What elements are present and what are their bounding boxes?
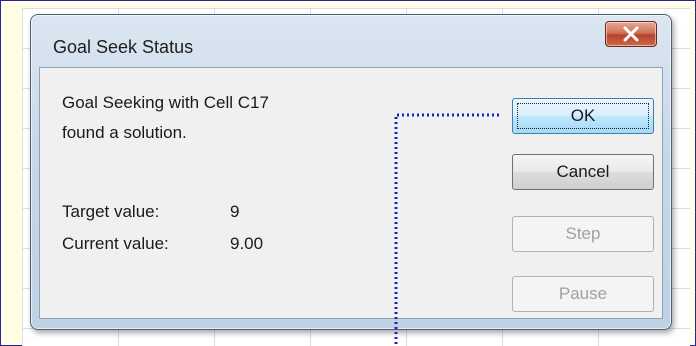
callout-annotation [394,113,502,344]
callout-dotted-line [394,113,502,344]
